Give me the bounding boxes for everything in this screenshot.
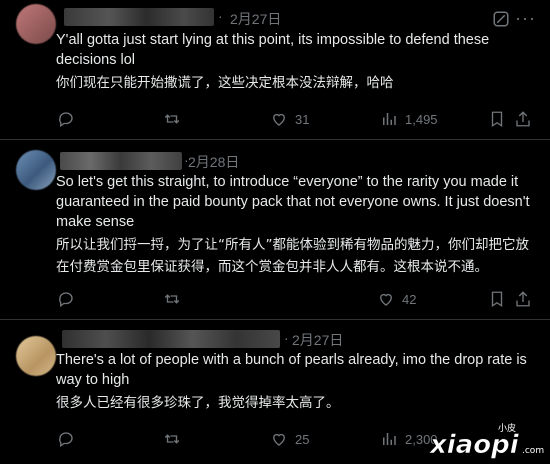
views-button[interactable]: 1,495 bbox=[380, 110, 438, 128]
like-button[interactable]: 31 bbox=[270, 110, 309, 128]
like-icon bbox=[273, 113, 285, 126]
grok-icon[interactable] bbox=[492, 10, 510, 28]
repost-button[interactable] bbox=[163, 290, 181, 308]
post-actions: 31 1,495 bbox=[0, 110, 550, 130]
bookmark-icon bbox=[491, 291, 503, 308]
bookmark-button[interactable] bbox=[488, 110, 506, 128]
post-translation: 所以让我们捋一捋，为了让“所有人”都能体验到稀有物品的魅力，你们却把它放在付费赏… bbox=[56, 237, 529, 275]
post-date[interactable]: 2月27日 bbox=[292, 330, 343, 350]
xiaopi-watermark: 小皮 xiaopi .com bbox=[426, 419, 546, 460]
avatar[interactable] bbox=[16, 336, 56, 376]
post-text: There's a lot of people with a bunch of … bbox=[56, 352, 527, 388]
share-icon bbox=[516, 291, 530, 307]
repost-icon bbox=[164, 434, 180, 444]
bookmark-button[interactable] bbox=[488, 290, 506, 308]
views-count: 1,495 bbox=[405, 111, 438, 127]
reply-icon bbox=[59, 292, 73, 308]
post-actions: 42 bbox=[0, 290, 550, 310]
svg-text:.com: .com bbox=[522, 446, 544, 456]
avatar[interactable] bbox=[16, 150, 56, 190]
svg-text:xiaopi: xiaopi bbox=[428, 430, 520, 459]
reply-icon bbox=[59, 112, 73, 128]
avatar[interactable] bbox=[16, 4, 56, 44]
like-count: 42 bbox=[402, 291, 417, 307]
share-button[interactable] bbox=[514, 110, 532, 128]
xiaopi-logo: 小皮 xiaopi .com bbox=[428, 422, 544, 460]
like-icon bbox=[380, 293, 392, 306]
username-redacted[interactable] bbox=[60, 152, 182, 170]
repost-button[interactable] bbox=[163, 110, 181, 128]
reply-button[interactable] bbox=[57, 290, 75, 308]
share-button[interactable] bbox=[514, 290, 532, 308]
like-count: 31 bbox=[295, 111, 310, 127]
reply-button[interactable] bbox=[57, 430, 75, 448]
like-button[interactable]: 25 bbox=[270, 430, 309, 448]
repost-icon bbox=[164, 294, 180, 304]
share-icon bbox=[516, 111, 530, 127]
repost-button[interactable] bbox=[163, 430, 181, 448]
username-redacted[interactable] bbox=[64, 8, 214, 26]
reply-icon bbox=[59, 432, 73, 448]
views-icon bbox=[383, 433, 396, 445]
post-date[interactable]: 2月27日 bbox=[230, 9, 281, 29]
like-count: 25 bbox=[295, 431, 310, 447]
post-translation: 很多人已经有很多珍珠了，我觉得掉率太高了。 bbox=[56, 395, 340, 411]
reply-button[interactable] bbox=[57, 110, 75, 128]
post[interactable]: · 2月28日 So let's get this straight, to i… bbox=[0, 140, 550, 320]
like-button[interactable]: 42 bbox=[377, 290, 416, 308]
post-translation: 你们现在只能开始撒谎了，这些决定根本没法辩解，哈哈 bbox=[56, 75, 394, 91]
username-redacted[interactable] bbox=[62, 330, 280, 348]
post-text: So let's get this straight, to introduce… bbox=[56, 174, 530, 230]
repost-icon bbox=[164, 114, 180, 124]
more-icon[interactable]: ··· bbox=[515, 9, 536, 27]
post[interactable]: · 2月27日 ··· Y'all gotta just start lying… bbox=[0, 0, 550, 140]
views-icon bbox=[383, 113, 396, 125]
like-icon bbox=[273, 433, 285, 446]
bookmark-icon bbox=[491, 111, 503, 128]
post-text: Y'all gotta just start lying at this poi… bbox=[56, 32, 490, 68]
post-date[interactable]: 2月28日 bbox=[188, 152, 239, 172]
